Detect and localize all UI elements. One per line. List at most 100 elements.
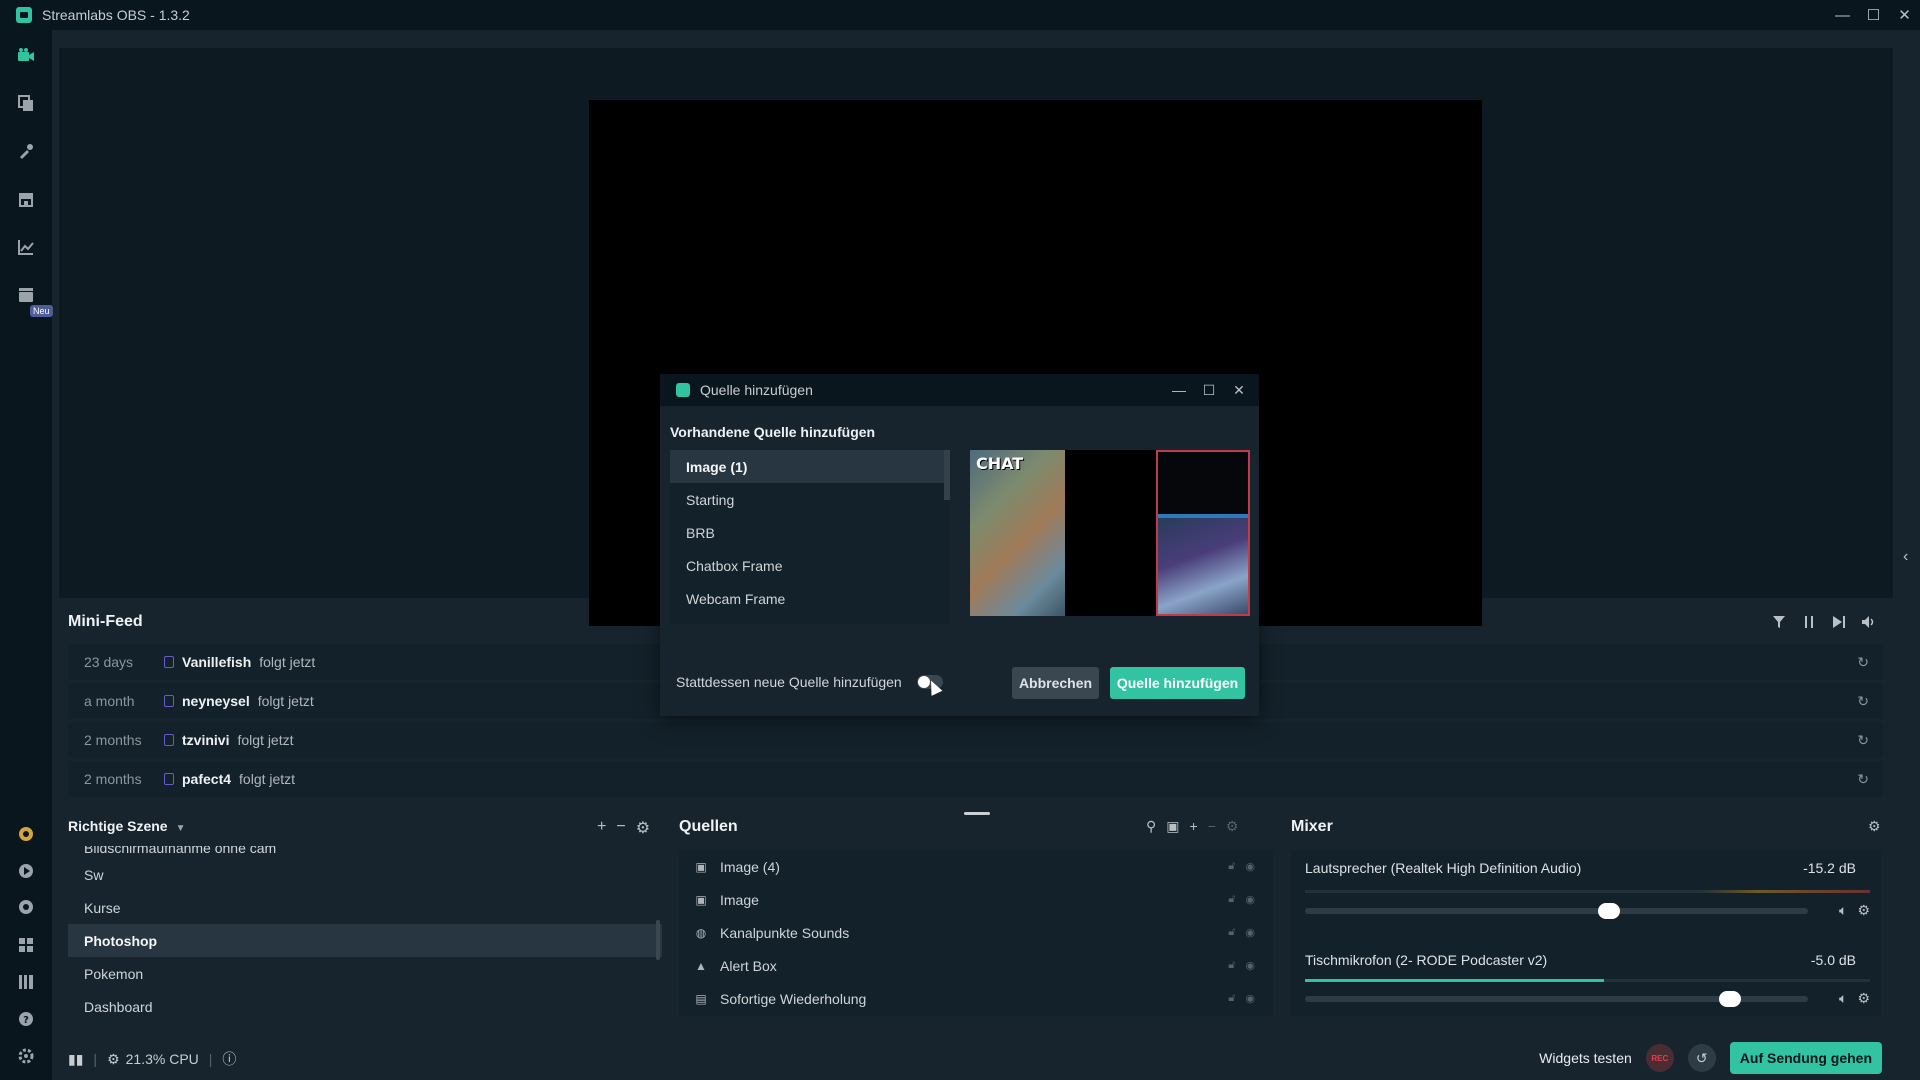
close-icon[interactable]: ✕: [1889, 0, 1920, 30]
gear-icon[interactable]: ⚙: [1857, 990, 1870, 1007]
folder-add-icon[interactable]: ▣: [1166, 818, 1179, 835]
scene-item[interactable]: Photoshop: [68, 924, 662, 957]
volume-icon[interactable]: [1860, 613, 1878, 631]
settings-icon[interactable]: [16, 1046, 36, 1066]
scrollbar[interactable]: [944, 450, 950, 500]
feed-user: Vanillefish: [182, 654, 252, 670]
add-icon[interactable]: +: [1190, 818, 1198, 835]
cancel-button[interactable]: Abbrechen: [1012, 667, 1099, 699]
source-option[interactable]: Dashboard: [670, 615, 950, 625]
add-source-dialog: Quelle hinzufügen — ☐ ✕ Vorhandene Quell…: [660, 374, 1259, 716]
maximize-icon[interactable]: ☐: [1858, 0, 1889, 30]
image-icon: ▣: [695, 892, 707, 907]
gear-icon[interactable]: ⚙: [1868, 818, 1881, 835]
source-item[interactable]: ▣ Image 🔓︎ ◉: [679, 883, 1273, 916]
remove-icon[interactable]: −: [1208, 818, 1216, 835]
source-option[interactable]: Image (1): [670, 450, 950, 483]
source-item[interactable]: ◍ Kanalpunkte Sounds 🔓︎ ◉: [679, 916, 1273, 949]
visibility-icon[interactable]: ◉: [1245, 926, 1255, 939]
bell-icon: ▲: [695, 958, 707, 973]
lock-icon[interactable]: 🔓︎: [1228, 992, 1235, 1005]
app-logo-icon: [676, 383, 690, 397]
pause-icon[interactable]: [1800, 613, 1818, 631]
studio-icon[interactable]: [16, 46, 36, 66]
lock-icon[interactable]: 🔓︎: [1228, 926, 1235, 939]
speaker-icon[interactable]: 🔈︎: [1839, 902, 1847, 919]
section-title: Vorhandene Quelle hinzufügen: [670, 424, 876, 440]
library-icon[interactable]: [16, 972, 36, 992]
analytics-icon[interactable]: [16, 237, 36, 257]
repeat-icon[interactable]: ↻: [1857, 654, 1869, 671]
source-option[interactable]: Webcam Frame: [670, 582, 950, 615]
maximize-icon[interactable]: ☐: [1199, 382, 1219, 399]
source-item[interactable]: ▣ Image (4) 🔓︎ ◉: [679, 850, 1273, 883]
scene-item[interactable]: Bildschirmaufnahme ohne cam: [68, 846, 662, 858]
mixer-channel: Lautsprecher (Realtek High Definition Au…: [1305, 860, 1870, 935]
gear-icon[interactable]: ⚙: [1226, 818, 1239, 835]
remove-icon[interactable]: −: [616, 818, 625, 838]
source-item[interactable]: ▤ Sofortige Wiederholung 🔓︎ ◉: [679, 982, 1273, 1015]
visibility-icon[interactable]: ◉: [1245, 893, 1255, 906]
minimize-icon[interactable]: —: [1169, 382, 1189, 398]
scene-item[interactable]: Pokemon: [68, 957, 662, 990]
volume-slider[interactable]: [1305, 991, 1808, 1007]
source-preview: CHAT: [970, 450, 1250, 616]
highlighter-icon[interactable]: [16, 285, 36, 305]
help-icon[interactable]: ?: [16, 1009, 36, 1029]
replay-buffer-button[interactable]: ↺: [1687, 1044, 1716, 1072]
lock-icon[interactable]: 🔓︎: [1228, 959, 1235, 972]
test-widgets-button[interactable]: Widgets testen: [1539, 1050, 1632, 1066]
lock-icon[interactable]: 🔓︎: [1228, 860, 1235, 873]
prime-icon[interactable]: [16, 824, 36, 844]
source-option[interactable]: Chatbox Frame: [670, 549, 950, 582]
filter-icon[interactable]: [1770, 613, 1788, 631]
speaker-icon[interactable]: 🔈︎: [1839, 990, 1847, 1007]
lock-icon[interactable]: 🔓︎: [1228, 893, 1235, 906]
source-option[interactable]: BRB: [670, 516, 950, 549]
visibility-icon[interactable]: ◉: [1245, 959, 1255, 972]
slider-knob[interactable]: [1598, 903, 1621, 919]
gear-icon[interactable]: ⚙: [1857, 902, 1870, 919]
info-icon[interactable]: ⓘ: [222, 1049, 236, 1069]
feed-time: 2 months: [84, 732, 142, 748]
minimize-icon[interactable]: —: [1827, 0, 1858, 30]
scene-item[interactable]: Sw: [68, 858, 662, 891]
go-live-button[interactable]: Auf Sendung gehen: [1729, 1042, 1882, 1074]
scene-list: Bildschirmaufnahme ohne cam Sw Kurse Pho…: [68, 846, 662, 1016]
resize-handle[interactable]: [964, 812, 990, 815]
volume-slider[interactable]: [1305, 903, 1808, 919]
scene-item[interactable]: Kurse: [68, 891, 662, 924]
new-badge: Neu: [30, 305, 53, 317]
source-item[interactable]: ▲ Alert Box 🔓︎ ◉: [679, 949, 1273, 982]
record-button[interactable]: REC: [1645, 1044, 1674, 1072]
store-icon[interactable]: [16, 189, 36, 209]
scene-collection-selector[interactable]: Richtige Szene ▼: [68, 818, 186, 834]
scrollbar[interactable]: [656, 920, 660, 960]
add-icon[interactable]: +: [597, 818, 606, 838]
slider-knob[interactable]: [1718, 991, 1741, 1007]
sidebar: Neu ?: [0, 30, 53, 1080]
stats-icon[interactable]: ▮▮: [68, 1051, 83, 1068]
repeat-icon[interactable]: ↻: [1857, 771, 1869, 788]
play-icon[interactable]: [16, 861, 36, 881]
visibility-icon[interactable]: ◉: [1245, 992, 1255, 1005]
repeat-icon[interactable]: ↻: [1857, 732, 1869, 749]
visibility-icon[interactable]: ◉: [1245, 860, 1255, 873]
chat-icon[interactable]: [16, 898, 36, 918]
source-option[interactable]: Starting: [670, 483, 950, 516]
feed-action: folgt jetzt: [257, 693, 314, 709]
skip-icon[interactable]: [1830, 613, 1848, 631]
repeat-icon[interactable]: ↻: [1857, 693, 1869, 710]
chevron-left-icon[interactable]: ‹: [1903, 548, 1908, 566]
editor-icon[interactable]: [16, 141, 36, 161]
close-icon[interactable]: ✕: [1229, 382, 1249, 399]
apps-icon[interactable]: [16, 935, 36, 955]
themes-icon[interactable]: [16, 93, 36, 113]
separator: |: [208, 1051, 213, 1067]
mic-icon[interactable]: ⚲: [1146, 818, 1156, 835]
add-source-button[interactable]: Quelle hinzufügen: [1110, 667, 1245, 699]
sources-title: Quellen: [679, 818, 738, 835]
mixer-channel: Tischmikrofon (2- RODE Podcaster v2) -5.…: [1305, 952, 1870, 1027]
gear-icon[interactable]: ⚙: [636, 818, 650, 838]
scene-item[interactable]: Dashboard: [68, 990, 662, 1016]
